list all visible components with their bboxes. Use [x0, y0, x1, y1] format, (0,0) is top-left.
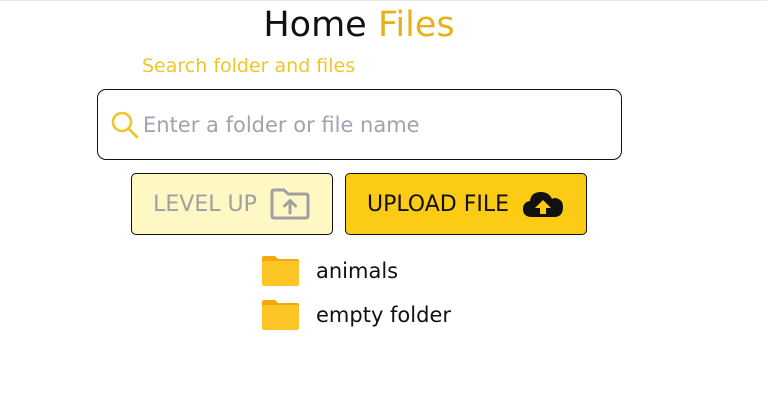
- search-icon: [111, 111, 139, 139]
- folder-icon: [262, 256, 299, 286]
- folder-up-icon: [270, 188, 310, 220]
- folder-icon: [262, 300, 299, 330]
- page-title: Home Files: [0, 5, 718, 45]
- cloud-upload-icon: [523, 192, 564, 217]
- level-up-label: LEVEL UP: [153, 191, 257, 217]
- search-box[interactable]: [97, 89, 622, 160]
- list-item[interactable]: empty folder: [261, 295, 451, 335]
- title-main: Home: [263, 5, 367, 45]
- item-name: empty folder: [316, 303, 452, 327]
- upload-file-button[interactable]: UPLOAD FILE: [345, 173, 587, 235]
- file-list: animals empty folder: [261, 251, 451, 339]
- item-name: animals: [316, 259, 399, 283]
- search-input[interactable]: [143, 105, 613, 145]
- upload-file-label: UPLOAD FILE: [366, 191, 510, 217]
- page: Home Files Search folder and files LEVEL…: [0, 0, 767, 405]
- level-up-button[interactable]: LEVEL UP: [131, 173, 333, 235]
- list-item[interactable]: animals: [261, 251, 451, 291]
- search-subtitle: Search folder and files: [142, 55, 356, 77]
- title-accent: Files: [377, 5, 455, 45]
